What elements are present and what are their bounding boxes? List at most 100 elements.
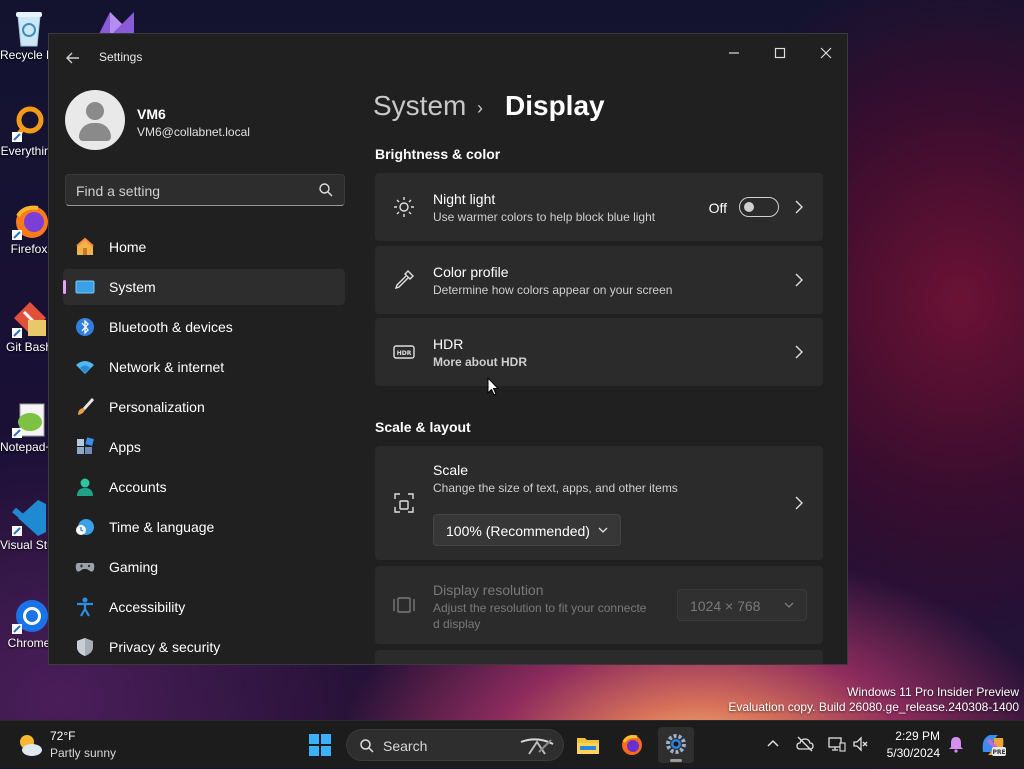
next-setting-card[interactable] [375, 650, 823, 664]
search-input[interactable] [66, 175, 318, 207]
taskbar-search[interactable]: Search [346, 729, 564, 761]
system-icon [75, 280, 95, 294]
chevron-right-icon[interactable] [793, 200, 805, 214]
resolution-title: Display resolution [433, 582, 544, 598]
chevron-down-icon [598, 527, 608, 533]
scale-dropdown[interactable]: 100% (Recommended) [433, 514, 621, 546]
chrome-icon [10, 596, 48, 634]
title-bar[interactable]: Settings [49, 34, 847, 82]
watermark-line-2: Evaluation copy. Build 26080.ge_release.… [728, 700, 1019, 714]
sidebar-item-accessibility[interactable]: Accessibility [63, 589, 345, 625]
avatar[interactable] [65, 90, 125, 150]
sidebar-nav: Home System Bluetooth & devices Network … [63, 229, 345, 664]
start-button[interactable] [302, 727, 338, 763]
partly-sunny-icon [20, 735, 42, 756]
toggle-knob [744, 202, 754, 212]
back-button[interactable] [63, 48, 83, 68]
cloud-offline-icon[interactable] [796, 735, 814, 753]
color-profile-card[interactable]: Color profile Determine how colors appea… [375, 246, 823, 314]
sidebar-item-gaming[interactable]: Gaming [63, 549, 345, 585]
chevron-right-icon[interactable] [793, 273, 805, 287]
copilot-icon[interactable]: PRE [978, 730, 1008, 760]
hdr-card[interactable]: HDR HDR More about HDR [375, 318, 823, 386]
gear-icon [666, 734, 686, 754]
sidebar-item-personalization[interactable]: Personalization [63, 389, 345, 425]
wifi-icon [76, 361, 94, 374]
git-bash-icon [10, 300, 48, 338]
sidebar-item-label: Bluetooth & devices [109, 319, 233, 335]
night-light-toggle[interactable] [739, 197, 779, 217]
resolution-dropdown: 1024 × 768 [677, 589, 807, 621]
resize-icon [394, 493, 414, 513]
bluetooth-icon [76, 318, 94, 336]
chevron-right-icon[interactable] [793, 345, 805, 359]
visual-studio-icon[interactable] [92, 6, 140, 36]
notification-bell-icon[interactable] [947, 735, 965, 753]
taskbar-search-label: Search [383, 738, 428, 754]
night-light-card[interactable]: Night light Use warmer colors to help bl… [375, 173, 823, 241]
weather-widget[interactable]: 72°F Partly sunny [0, 721, 130, 769]
scale-card[interactable]: Scale Change the size of text, apps, and… [375, 446, 823, 560]
firefox-taskbar-button[interactable] [614, 727, 650, 763]
search-highlight-icon [520, 738, 554, 755]
back-arrow-icon [66, 52, 79, 64]
eyedropper-icon [394, 270, 414, 290]
sidebar-item-bluetooth[interactable]: Bluetooth & devices [63, 309, 345, 345]
gamepad-icon [75, 563, 95, 572]
sidebar-item-label: Gaming [109, 559, 159, 575]
user-name: VM6 [137, 106, 166, 122]
maximize-button[interactable] [757, 40, 803, 70]
sidebar-item-label: Apps [109, 439, 141, 455]
firefox-icon [622, 735, 642, 755]
search-icon [360, 739, 374, 753]
minimize-icon [729, 52, 739, 54]
sidebar-item-label: Network & internet [109, 359, 225, 375]
night-light-subtitle: Use warmer colors to help block blue lig… [433, 210, 656, 224]
close-icon [820, 47, 832, 59]
network-icon[interactable] [828, 735, 846, 753]
file-explorer-button[interactable] [570, 727, 606, 763]
shield-icon [77, 638, 93, 656]
night-light-title: Night light [433, 191, 496, 207]
search-icon[interactable] [318, 182, 334, 198]
breadcrumb-separator-icon: › [477, 98, 483, 118]
scale-title: Scale [433, 462, 469, 478]
minimize-button[interactable] [711, 40, 757, 70]
chevron-up-icon[interactable] [764, 735, 782, 753]
breadcrumb-parent[interactable]: System [373, 90, 466, 122]
mouse-cursor-icon [487, 377, 499, 396]
search-box[interactable] [65, 174, 345, 207]
weather-condition: Partly sunny [50, 746, 117, 760]
sidebar-item-label: Privacy & security [109, 639, 221, 655]
accounts-icon [77, 478, 93, 496]
volume-muted-icon[interactable] [852, 735, 870, 753]
sidebar-item-label: Accounts [109, 479, 167, 495]
settings-taskbar-button[interactable] [658, 727, 694, 763]
sidebar-item-network[interactable]: Network & internet [63, 349, 345, 385]
sidebar-item-accounts[interactable]: Accounts [63, 469, 345, 505]
notepad-plus-icon [10, 400, 48, 438]
scale-value: 100% (Recommended) [446, 523, 590, 539]
brush-icon [78, 397, 95, 415]
watermark-line-1: Windows 11 Pro Insider Preview [847, 685, 1019, 699]
hdr-link[interactable]: More about HDR [433, 355, 527, 369]
night-light-icon [394, 197, 414, 217]
hdr-title: HDR [433, 336, 464, 352]
resolution-subtitle-line-1: Adjust the resolution to fit your connec… [433, 601, 647, 615]
chevron-down-icon [784, 602, 794, 608]
everything-icon [10, 104, 48, 142]
clock-date[interactable]: 5/30/2024 [887, 746, 940, 760]
color-profile-subtitle: Determine how colors appear on your scre… [433, 283, 673, 297]
sidebar-item-apps[interactable]: Apps [63, 429, 345, 465]
sidebar-item-time-language[interactable]: Time & language [63, 509, 345, 545]
weather-temp: 72°F [50, 729, 76, 743]
avatar-head [86, 102, 104, 120]
close-button[interactable] [803, 40, 847, 70]
sidebar-item-home[interactable]: Home [63, 229, 345, 265]
sidebar-item-system[interactable]: System [63, 269, 345, 305]
sidebar-item-privacy-security[interactable]: Privacy & security [63, 629, 345, 664]
resolution-icon [393, 597, 415, 613]
chevron-right-icon[interactable] [793, 496, 805, 510]
clock-time[interactable]: 2:29 PM [895, 729, 940, 743]
user-email: VM6@collabnet.local [137, 125, 250, 139]
